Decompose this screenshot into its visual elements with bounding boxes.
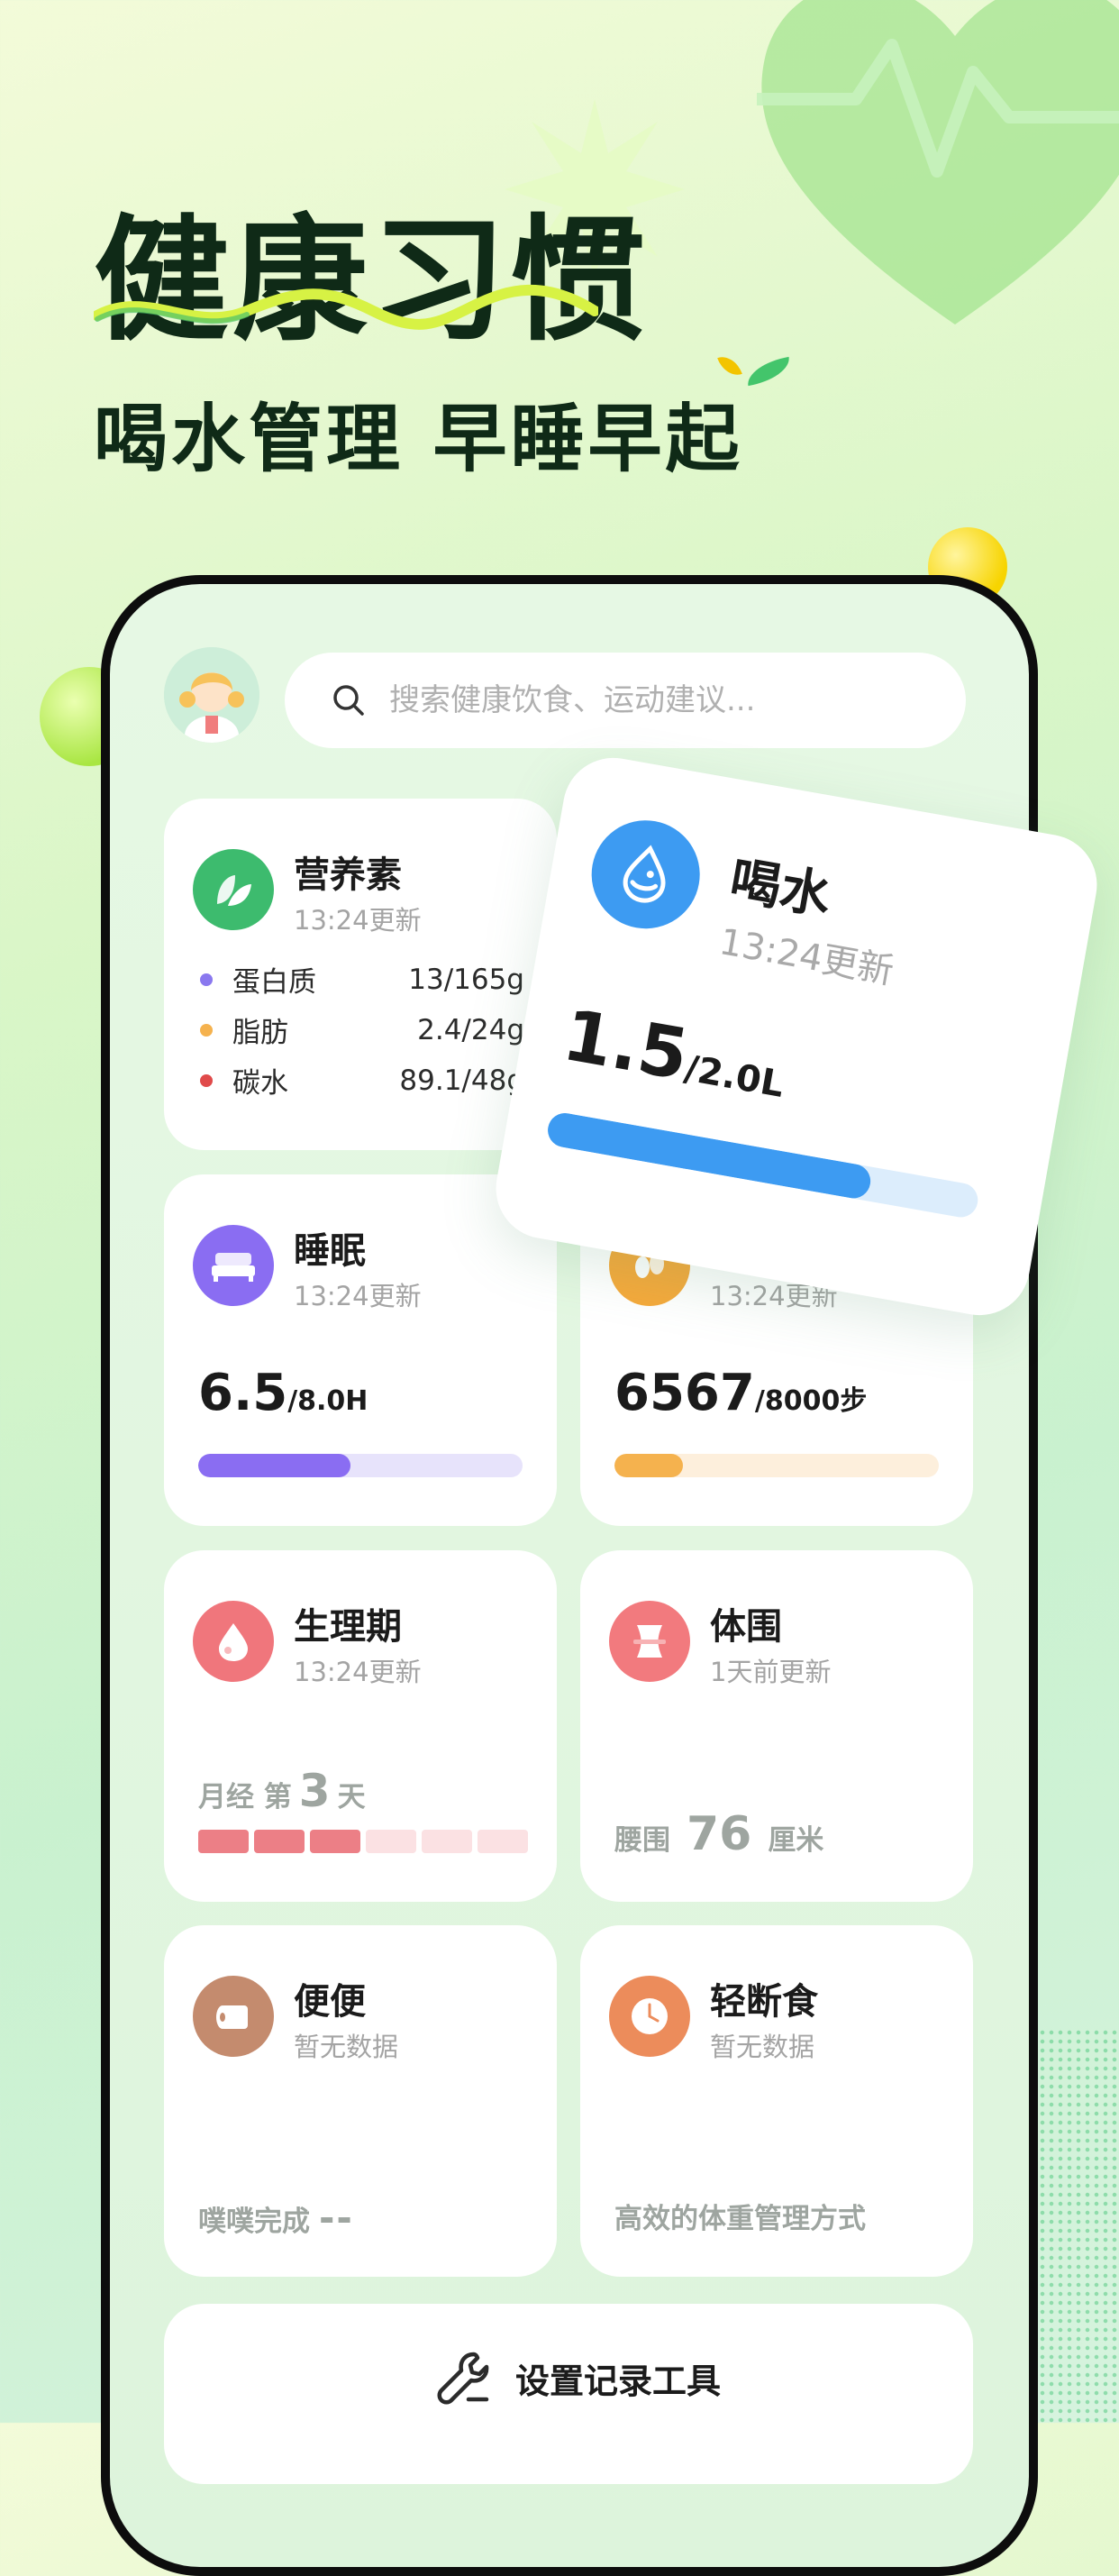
water-drop-icon — [583, 811, 709, 937]
sleep-unit: /8.0H — [287, 1385, 368, 1417]
sleep-progress-fill — [198, 1454, 351, 1477]
setup-tools-inner: 设置记录工具 — [434, 2349, 721, 2407]
squiggle-decoration — [94, 284, 598, 330]
water-value: 1.5 — [557, 994, 695, 1097]
body-measure-card[interactable]: 体围 1天前更新 腰围 76 厘米 — [580, 1550, 973, 1902]
period-segment — [422, 1830, 472, 1853]
avatar[interactable] — [164, 647, 259, 743]
sleep-progress-bar — [198, 1454, 523, 1477]
fasting-description: 高效的体重管理方式 — [614, 2203, 866, 2235]
period-prefix: 月经 — [198, 1781, 254, 1813]
girl-avatar-icon — [164, 647, 259, 743]
body-updated: 1天前更新 — [710, 1657, 832, 1687]
steps-value-row: 6567/8000步 — [614, 1364, 867, 1422]
green-leaf-decoration — [744, 356, 793, 387]
period-card[interactable]: 生理期 13:24更新 月经 第3天 — [164, 1550, 557, 1902]
waist-value: 76 — [687, 1807, 752, 1861]
waist-unit: 厘米 — [768, 1824, 824, 1857]
water-progress-bar — [545, 1110, 981, 1220]
poop-card[interactable]: 便便 暂无数据 噗噗完成 -- — [164, 1925, 557, 2277]
period-title: 生理期 — [294, 1606, 402, 1648]
sleep-updated: 13:24更新 — [294, 1281, 422, 1311]
nutrition-card[interactable]: 营养素 13:24更新 蛋白质 13/165g 脂肪 2.4/24g 碳水 89… — [164, 799, 557, 1150]
toilet-paper-icon — [193, 1976, 274, 2057]
carbs-dot — [200, 1073, 213, 1087]
body-title: 体围 — [710, 1606, 782, 1648]
water-value-row: 1.5/2.0L — [558, 995, 793, 1114]
fasting-card[interactable]: 轻断食 暂无数据 高效的体重管理方式 — [580, 1925, 973, 2277]
steps-progress-bar — [614, 1454, 939, 1477]
period-segment — [254, 1830, 305, 1853]
period-segments — [198, 1830, 528, 1853]
fat-label: 脂肪 — [232, 1017, 288, 1049]
poop-value: -- — [319, 2196, 354, 2240]
setup-tools-button[interactable]: 设置记录工具 — [164, 2304, 973, 2484]
nutrient-row-fat: 脂肪 2.4/24g — [200, 1009, 524, 1050]
nutrition-title: 营养素 — [294, 854, 402, 896]
fasting-title: 轻断食 — [710, 1981, 818, 2023]
sleep-value-row: 6.5/8.0H — [198, 1364, 368, 1422]
water-unit: /2.0L — [681, 1047, 787, 1106]
period-day-number: 3 — [298, 1765, 331, 1817]
protein-dot — [200, 973, 213, 986]
search-icon — [333, 685, 364, 716]
steps-value: 6567 — [614, 1364, 755, 1422]
period-segment — [310, 1830, 360, 1853]
water-card[interactable]: 喝水 13:24更新 1.5/2.0L — [487, 750, 1105, 1323]
sleep-card[interactable]: 睡眠 13:24更新 6.5/8.0H — [164, 1174, 557, 1526]
period-day-suffix: 天 — [337, 1781, 366, 1813]
waist-label: 腰围 — [614, 1824, 670, 1857]
carbs-value: 89.1/48g — [399, 1064, 524, 1097]
blood-drop-icon — [193, 1601, 274, 1682]
nutrient-row-carbs: 碳水 89.1/48g — [200, 1060, 524, 1101]
period-day-prefix: 第 — [263, 1781, 292, 1813]
carbs-label: 碳水 — [232, 1067, 288, 1100]
steps-progress-fill — [614, 1454, 683, 1477]
sleep-value: 6.5 — [198, 1364, 288, 1422]
fat-dot — [200, 1023, 213, 1037]
nutrition-updated: 13:24更新 — [294, 905, 422, 936]
bed-icon — [193, 1225, 274, 1306]
clock-icon — [609, 1976, 690, 2057]
hero-subtitle: 喝水管理 早睡早起 — [94, 397, 743, 482]
water-progress-fill — [545, 1110, 874, 1201]
protein-label: 蛋白质 — [232, 966, 316, 999]
setup-tools-label: 设置记录工具 — [515, 2361, 722, 2401]
fasting-updated: 暂无数据 — [710, 2032, 815, 2062]
protein-value: 13/165g — [408, 963, 524, 996]
period-day-label: 月经 第3天 — [198, 1765, 366, 1817]
nutrient-row-protein: 蛋白质 13/165g — [200, 959, 524, 1000]
poop-updated: 暂无数据 — [294, 2032, 399, 2062]
fat-value: 2.4/24g — [417, 1013, 524, 1046]
sleep-title: 睡眠 — [294, 1230, 366, 1272]
period-segment — [478, 1830, 528, 1853]
poop-label: 噗噗完成 — [198, 2206, 310, 2238]
steps-unit: /8000步 — [754, 1385, 868, 1417]
search-bar[interactable] — [285, 653, 966, 748]
heart-decoration-icon — [757, 0, 1119, 324]
waist-icon — [609, 1601, 690, 1682]
poop-title: 便便 — [294, 1981, 366, 2023]
period-segment — [366, 1830, 416, 1853]
search-input[interactable] — [387, 681, 932, 719]
leaf-icon — [193, 849, 274, 930]
period-segment — [198, 1830, 249, 1853]
poop-status: 噗噗完成 -- — [198, 2196, 354, 2240]
yellow-leaf-decoration — [717, 352, 742, 380]
waist-row: 腰围 76 厘米 — [614, 1807, 823, 1861]
period-updated: 13:24更新 — [294, 1657, 422, 1687]
wrench-icon — [437, 2352, 489, 2405]
